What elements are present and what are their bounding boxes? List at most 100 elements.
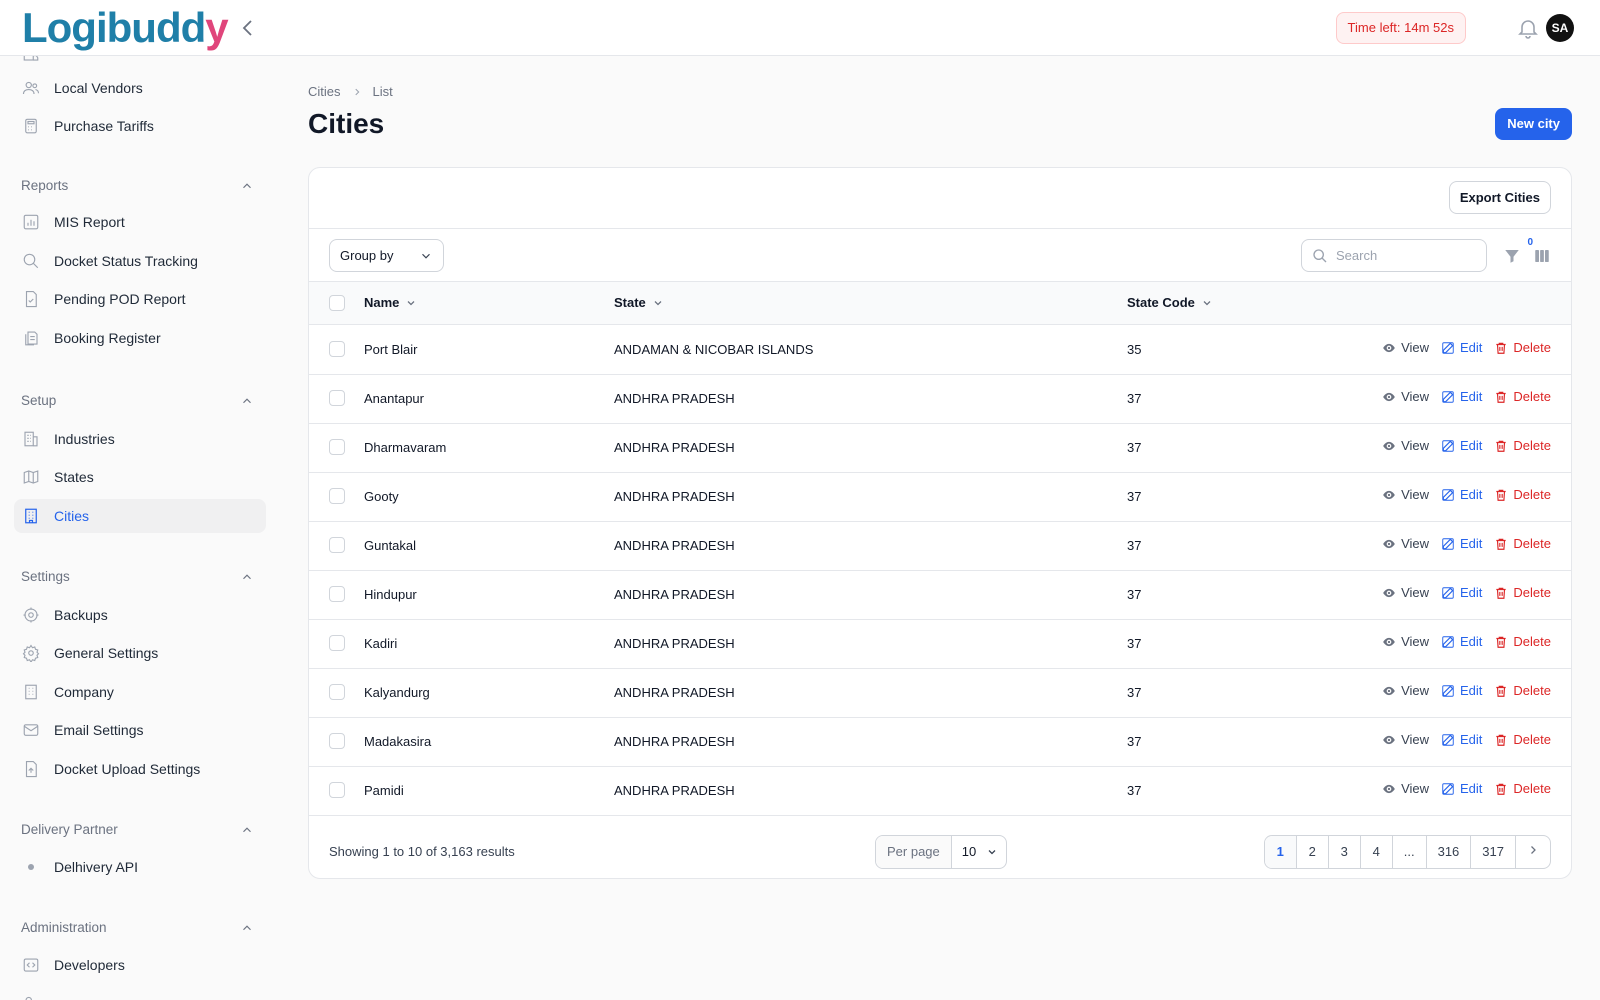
sidebar-item-label: MIS Report — [54, 214, 125, 230]
row-checkbox[interactable] — [329, 488, 345, 504]
edit-icon — [1442, 586, 1454, 599]
sidebar-item-label: Booking Register — [54, 330, 161, 346]
sidebar-item-purchase-tariffs[interactable]: Purchase Tariffs — [14, 109, 266, 143]
sidebar-item-general-settings[interactable]: General Settings — [14, 636, 266, 670]
sidebar-item-label: General Settings — [54, 645, 159, 661]
sidebar-item-industries[interactable]: Industries — [14, 422, 266, 456]
notifications-bell-icon[interactable] — [1516, 16, 1540, 40]
row-checkbox[interactable] — [329, 390, 345, 406]
sidebar-item-partial-bottom[interactable] — [14, 986, 266, 1000]
delete-action[interactable]: Delete — [1494, 732, 1551, 747]
per-page-value[interactable]: 10 — [952, 836, 1006, 868]
view-action[interactable]: View — [1382, 781, 1429, 796]
edit-action[interactable]: Edit — [1441, 438, 1482, 453]
next-page-button[interactable] — [1516, 836, 1550, 868]
eye-icon — [1383, 784, 1395, 793]
building-icon — [25, 684, 37, 700]
edit-action[interactable]: Edit — [1441, 732, 1482, 747]
sidebar-item-backups[interactable]: Backups — [14, 598, 266, 632]
document-upload-icon — [25, 760, 37, 778]
columns-icon[interactable] — [1533, 247, 1551, 265]
select-all-checkbox[interactable] — [329, 295, 345, 311]
chevron-up-icon[interactable] — [240, 179, 254, 193]
chevron-up-icon[interactable] — [240, 570, 254, 584]
page-button[interactable]: 317 — [1471, 836, 1516, 868]
view-action[interactable]: View — [1382, 340, 1429, 355]
view-action[interactable]: View — [1382, 683, 1429, 698]
chevron-up-icon[interactable] — [240, 921, 254, 935]
edit-action[interactable]: Edit — [1441, 634, 1482, 649]
row-checkbox[interactable] — [329, 635, 345, 651]
new-city-button[interactable]: New city — [1495, 108, 1572, 140]
edit-action[interactable]: Edit — [1441, 536, 1482, 551]
sidebar-item-company[interactable]: Company — [14, 675, 266, 709]
edit-action[interactable]: Edit — [1441, 781, 1482, 796]
column-header-state[interactable]: State — [614, 295, 664, 310]
delete-action[interactable]: Delete — [1494, 340, 1551, 355]
row-checkbox[interactable] — [329, 586, 345, 602]
chevron-up-icon[interactable] — [240, 394, 254, 408]
sidebar-item-delhivery-api[interactable]: Delhivery API — [14, 850, 266, 884]
chevron-up-icon[interactable] — [240, 823, 254, 837]
view-action[interactable]: View — [1382, 389, 1429, 404]
delete-action[interactable]: Delete — [1494, 487, 1551, 502]
sidebar-item-booking-register[interactable]: Booking Register — [14, 321, 266, 355]
edit-action[interactable]: Edit — [1441, 683, 1482, 698]
column-header-state-code[interactable]: State Code — [1127, 295, 1213, 310]
delete-action[interactable]: Delete — [1494, 683, 1551, 698]
delete-action[interactable]: Delete — [1494, 585, 1551, 600]
view-action[interactable]: View — [1382, 585, 1429, 600]
edit-action[interactable]: Edit — [1441, 340, 1482, 355]
delete-action[interactable]: Delete — [1494, 536, 1551, 551]
view-action[interactable]: View — [1382, 732, 1429, 747]
row-checkbox[interactable] — [329, 782, 345, 798]
delete-action[interactable]: Delete — [1494, 389, 1551, 404]
page-button[interactable]: 1 — [1264, 836, 1297, 868]
page-button[interactable]: 316 — [1427, 836, 1472, 868]
page-button[interactable]: 2 — [1297, 836, 1329, 868]
sidebar-item-mis-report[interactable]: MIS Report — [14, 205, 266, 239]
view-label: View — [1401, 438, 1430, 453]
page-button[interactable]: 4 — [1361, 836, 1393, 868]
delete-action[interactable]: Delete — [1494, 438, 1551, 453]
filter-icon[interactable] — [1503, 247, 1521, 265]
user-avatar[interactable]: SA — [1546, 14, 1574, 42]
row-checkbox[interactable] — [329, 684, 345, 700]
page-button[interactable]: 3 — [1329, 836, 1361, 868]
export-cities-button[interactable]: Export Cities — [1448, 181, 1551, 214]
row-actions: View Edit Delete — [1370, 389, 1551, 404]
chevron-down-icon — [407, 300, 415, 305]
column-header-name[interactable]: Name — [364, 295, 417, 310]
cell-name: Madakasira — [364, 734, 432, 749]
sidebar-item-local-vendors[interactable]: Local Vendors — [14, 71, 266, 105]
app-logo[interactable]: Logibuddy — [22, 4, 229, 52]
view-action[interactable]: View — [1382, 438, 1429, 453]
edit-action[interactable]: Edit — [1441, 487, 1482, 502]
row-checkbox[interactable] — [329, 341, 345, 357]
collapse-sidebar-icon[interactable] — [236, 16, 260, 40]
per-page-select[interactable]: Per page 10 — [875, 835, 1007, 869]
view-action[interactable]: View — [1382, 487, 1429, 502]
sidebar-item-pending-pod-report[interactable]: Pending POD Report — [14, 282, 266, 316]
delete-action[interactable]: Delete — [1494, 634, 1551, 649]
view-action[interactable]: View — [1382, 634, 1429, 649]
edit-action[interactable]: Edit — [1441, 585, 1482, 600]
search-input[interactable] — [1336, 248, 1476, 263]
sidebar-item-label: Pending POD Report — [54, 291, 186, 307]
delete-action[interactable]: Delete — [1494, 781, 1551, 796]
sidebar-item-cities[interactable]: Cities — [14, 499, 266, 533]
group-by-select[interactable]: Group by — [329, 239, 444, 272]
sidebar-item-states[interactable]: States — [14, 460, 266, 494]
sidebar-item-docket-status-tracking[interactable]: Docket Status Tracking — [14, 244, 266, 278]
row-checkbox[interactable] — [329, 537, 345, 553]
breadcrumb-parent[interactable]: Cities — [308, 84, 341, 99]
row-actions: View Edit Delete — [1370, 340, 1551, 355]
sidebar-item-developers[interactable]: Developers — [14, 948, 266, 982]
view-action[interactable]: View — [1382, 536, 1429, 551]
edit-action[interactable]: Edit — [1441, 389, 1482, 404]
search-field[interactable] — [1301, 239, 1487, 272]
sidebar-item-docket-upload-settings[interactable]: Docket Upload Settings — [14, 752, 266, 786]
row-checkbox[interactable] — [329, 733, 345, 749]
row-checkbox[interactable] — [329, 439, 345, 455]
sidebar-item-email-settings[interactable]: Email Settings — [14, 713, 266, 747]
